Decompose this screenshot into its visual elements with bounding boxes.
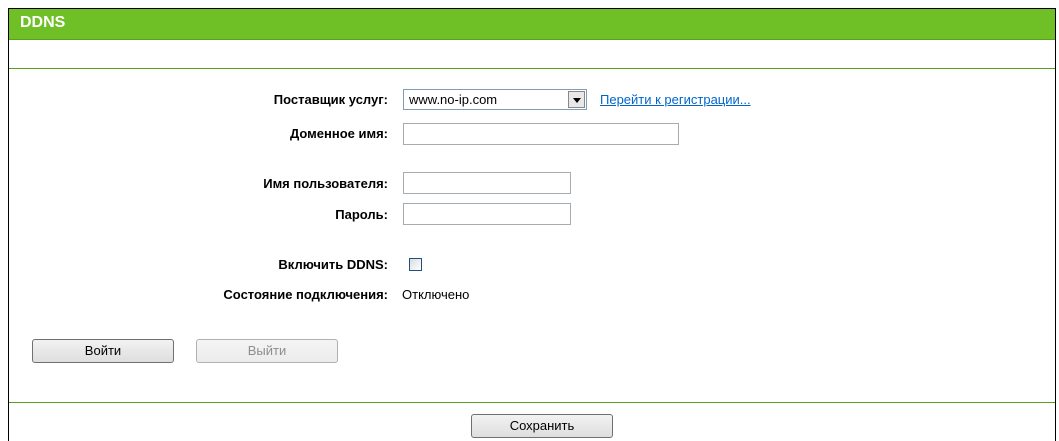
page-title: DDNS xyxy=(20,14,66,31)
provider-select-value: www.no-ip.com xyxy=(409,92,498,107)
login-button[interactable]: Войти xyxy=(32,339,174,363)
bottom-divider xyxy=(9,402,1055,403)
chevron-down-icon[interactable] xyxy=(568,91,585,108)
ddns-panel: DDNS Поставщик услуг: www.no-ip.com Пере… xyxy=(8,8,1056,441)
enable-ddns-label: Включить DDNS: xyxy=(278,257,388,272)
password-input[interactable] xyxy=(403,203,571,225)
panel-header: DDNS xyxy=(9,9,1055,40)
provider-select[interactable]: www.no-ip.com xyxy=(403,89,587,110)
save-button[interactable]: Сохранить xyxy=(471,414,613,438)
username-label: Имя пользователя: xyxy=(263,176,388,191)
domain-label: Доменное имя: xyxy=(289,126,388,141)
domain-input[interactable] xyxy=(403,123,679,145)
password-label: Пароль: xyxy=(335,207,388,222)
username-input[interactable] xyxy=(403,172,571,194)
enable-ddns-checkbox[interactable] xyxy=(409,258,422,271)
logout-button[interactable]: Выйти xyxy=(196,339,338,363)
connection-status-value: Отключено xyxy=(402,287,470,302)
provider-label: Поставщик услуг: xyxy=(273,92,388,107)
top-divider xyxy=(9,68,1055,69)
connection-status-label: Состояние подключения: xyxy=(223,287,388,302)
register-link[interactable]: Перейти к регистрации... xyxy=(600,92,751,107)
